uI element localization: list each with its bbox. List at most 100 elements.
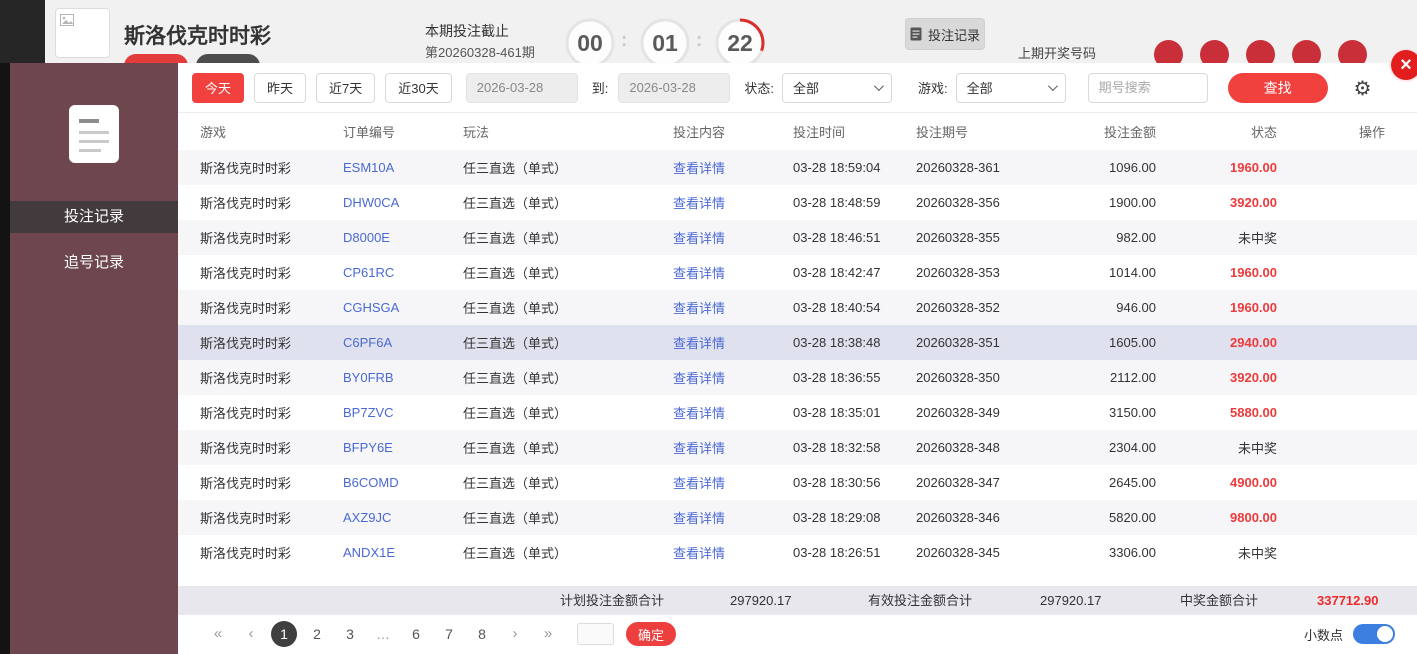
cell-status: 9800.00 — [1156, 510, 1277, 525]
document-icon — [910, 27, 922, 41]
cell-game: 斯洛伐克时时彩 — [200, 473, 343, 492]
column-header: 投注时间 — [793, 122, 916, 141]
cell-play-type: 任三直选（单式） — [463, 508, 673, 527]
page-item[interactable]: » — [535, 621, 561, 647]
page-item[interactable]: 7 — [436, 621, 462, 647]
date-from-input[interactable] — [466, 73, 578, 103]
column-header: 操作 — [1277, 122, 1385, 141]
cell-status: 4900.00 — [1156, 475, 1277, 490]
table-row[interactable]: 斯洛伐克时时彩 CGHSGA 任三直选（单式） 查看详情 03-28 18:40… — [178, 290, 1417, 325]
cell-order-id: ANDX1E — [343, 545, 463, 560]
page-item[interactable]: … — [370, 621, 396, 647]
sidebar-nav-item[interactable]: 追号记录 — [10, 247, 178, 279]
cell-bet-time: 03-28 18:46:51 — [793, 230, 916, 245]
period-search-input[interactable] — [1088, 73, 1208, 103]
decimal-toggle[interactable] — [1353, 624, 1395, 644]
view-details-link[interactable]: 查看详情 — [673, 193, 793, 212]
view-details-link[interactable]: 查看详情 — [673, 368, 793, 387]
cell-period: 20260328-356 — [916, 195, 1056, 210]
table-row[interactable]: 斯洛伐克时时彩 CP61RC 任三直选（单式） 查看详情 03-28 18:42… — [178, 255, 1417, 290]
cell-bet-time: 03-28 18:38:48 — [793, 335, 916, 350]
table-row[interactable]: 斯洛伐克时时彩 BP7ZVC 任三直选（单式） 查看详情 03-28 18:35… — [178, 395, 1417, 430]
quick-date-filters: 今天昨天近7天近30天 — [192, 73, 452, 103]
status-select[interactable]: 全部 — [782, 73, 892, 103]
page-item[interactable]: 2 — [304, 621, 330, 647]
view-details-link[interactable]: 查看详情 — [673, 508, 793, 527]
cell-order-id: BFPY6E — [343, 440, 463, 455]
cell-order-id: CGHSGA — [343, 300, 463, 315]
search-button[interactable]: 查找 — [1228, 73, 1328, 103]
quick-date-filter-button[interactable]: 近7天 — [316, 73, 375, 103]
page-item[interactable]: › — [502, 621, 528, 647]
records-document-icon — [69, 105, 119, 163]
page-jump-input[interactable] — [577, 623, 614, 645]
table-row[interactable]: 斯洛伐克时时彩 BY0FRB 任三直选（单式） 查看详情 03-28 18:36… — [178, 360, 1417, 395]
cell-bet-amount: 2304.00 — [1056, 440, 1156, 455]
column-header: 玩法 — [463, 122, 673, 141]
cell-game: 斯洛伐克时时彩 — [200, 508, 343, 527]
view-details-link[interactable]: 查看详情 — [673, 228, 793, 247]
table-row[interactable]: 斯洛伐克时时彩 B6COMD 任三直选（单式） 查看详情 03-28 18:30… — [178, 465, 1417, 500]
confirm-button[interactable]: 确定 — [626, 622, 676, 646]
page-item[interactable]: ‹ — [238, 621, 264, 647]
cell-game: 斯洛伐克时时彩 — [200, 193, 343, 212]
broken-image-icon — [60, 14, 74, 26]
site-logo — [55, 8, 110, 58]
sidebar-nav-item[interactable]: 投注记录 — [10, 201, 178, 233]
page-item[interactable]: « — [205, 621, 231, 647]
view-details-link[interactable]: 查看详情 — [673, 403, 793, 422]
cell-play-type: 任三直选（单式） — [463, 543, 673, 562]
pagination-bar: « ‹ 123 … 678 › » 确定 小数点 — [178, 615, 1417, 653]
view-details-link[interactable]: 查看详情 — [673, 333, 793, 352]
cell-status: 未中奖 — [1156, 228, 1277, 247]
cell-status: 1960.00 — [1156, 265, 1277, 280]
page-item[interactable]: 6 — [403, 621, 429, 647]
decimal-setting: 小数点 — [1304, 624, 1395, 644]
cell-game: 斯洛伐克时时彩 — [200, 438, 343, 457]
cell-period: 20260328-348 — [916, 440, 1056, 455]
table-row[interactable]: 斯洛伐克时时彩 BFPY6E 任三直选（单式） 查看详情 03-28 18:32… — [178, 430, 1417, 465]
page-item[interactable]: 8 — [469, 621, 495, 647]
win-total-label: 中奖金额合计 — [1180, 586, 1258, 615]
column-header: 投注期号 — [916, 122, 1056, 141]
cell-bet-time: 03-28 18:30:56 — [793, 475, 916, 490]
countdown-seconds: 22 — [714, 17, 766, 69]
page-item[interactable]: 1 — [271, 621, 297, 647]
valid-total-value: 297920.17 — [1040, 586, 1101, 615]
table-row[interactable]: 斯洛伐克时时彩 AXZ9JC 任三直选（单式） 查看详情 03-28 18:29… — [178, 500, 1417, 535]
cell-game: 斯洛伐克时时彩 — [200, 368, 343, 387]
view-details-link[interactable]: 查看详情 — [673, 543, 793, 562]
view-details-link[interactable]: 查看详情 — [673, 298, 793, 317]
bet-records-button[interactable]: 投注记录 — [905, 18, 985, 50]
game-select[interactable]: 全部 — [956, 73, 1066, 103]
view-details-link[interactable]: 查看详情 — [673, 158, 793, 177]
close-icon[interactable]: × — [1389, 48, 1417, 82]
modal-sidebar: 投注记录追号记录 — [10, 63, 178, 654]
cell-play-type: 任三直选（单式） — [463, 263, 673, 282]
table-row[interactable]: 斯洛伐克时时彩 DHW0CA 任三直选（单式） 查看详情 03-28 18:48… — [178, 185, 1417, 220]
settings-gear-icon[interactable]: ⚙ — [1354, 78, 1372, 98]
quick-date-filter-button[interactable]: 近30天 — [385, 73, 451, 103]
page-list: « ‹ 123 … 678 › » — [205, 621, 561, 647]
table-row[interactable]: 斯洛伐克时时彩 ANDX1E 任三直选（单式） 查看详情 03-28 18:26… — [178, 535, 1417, 570]
plan-total-label: 计划投注金额合计 — [560, 586, 664, 615]
table-row[interactable]: 斯洛伐克时时彩 ESM10A 任三直选（单式） 查看详情 03-28 18:59… — [178, 150, 1417, 185]
quick-date-filter-button[interactable]: 昨天 — [254, 73, 306, 103]
table-row[interactable]: 斯洛伐克时时彩 D8000E 任三直选（单式） 查看详情 03-28 18:46… — [178, 220, 1417, 255]
cell-bet-time: 03-28 18:42:47 — [793, 265, 916, 280]
cell-bet-amount: 1096.00 — [1056, 160, 1156, 175]
view-details-link[interactable]: 查看详情 — [673, 473, 793, 492]
page-item[interactable]: 3 — [337, 621, 363, 647]
quick-date-filter-button[interactable]: 今天 — [192, 73, 244, 103]
cell-status: 1960.00 — [1156, 300, 1277, 315]
countdown-separator: : — [696, 30, 702, 52]
view-details-link[interactable]: 查看详情 — [673, 438, 793, 457]
cell-bet-amount: 946.00 — [1056, 300, 1156, 315]
view-details-link[interactable]: 查看详情 — [673, 263, 793, 282]
summary-bar: 计划投注金额合计 297920.17 有效投注金额合计 297920.17 中奖… — [178, 586, 1417, 615]
modal-content: 今天昨天近7天近30天 到: 状态: 全部 游戏: 全部 查找 ⚙ 游戏订单编号… — [178, 63, 1417, 654]
date-to-input[interactable] — [618, 73, 730, 103]
table-row[interactable]: 斯洛伐克时时彩 C6PF6A 任三直选（单式） 查看详情 03-28 18:38… — [178, 325, 1417, 360]
column-header: 投注金额 — [1056, 122, 1156, 141]
column-header: 投注内容 — [673, 122, 793, 141]
